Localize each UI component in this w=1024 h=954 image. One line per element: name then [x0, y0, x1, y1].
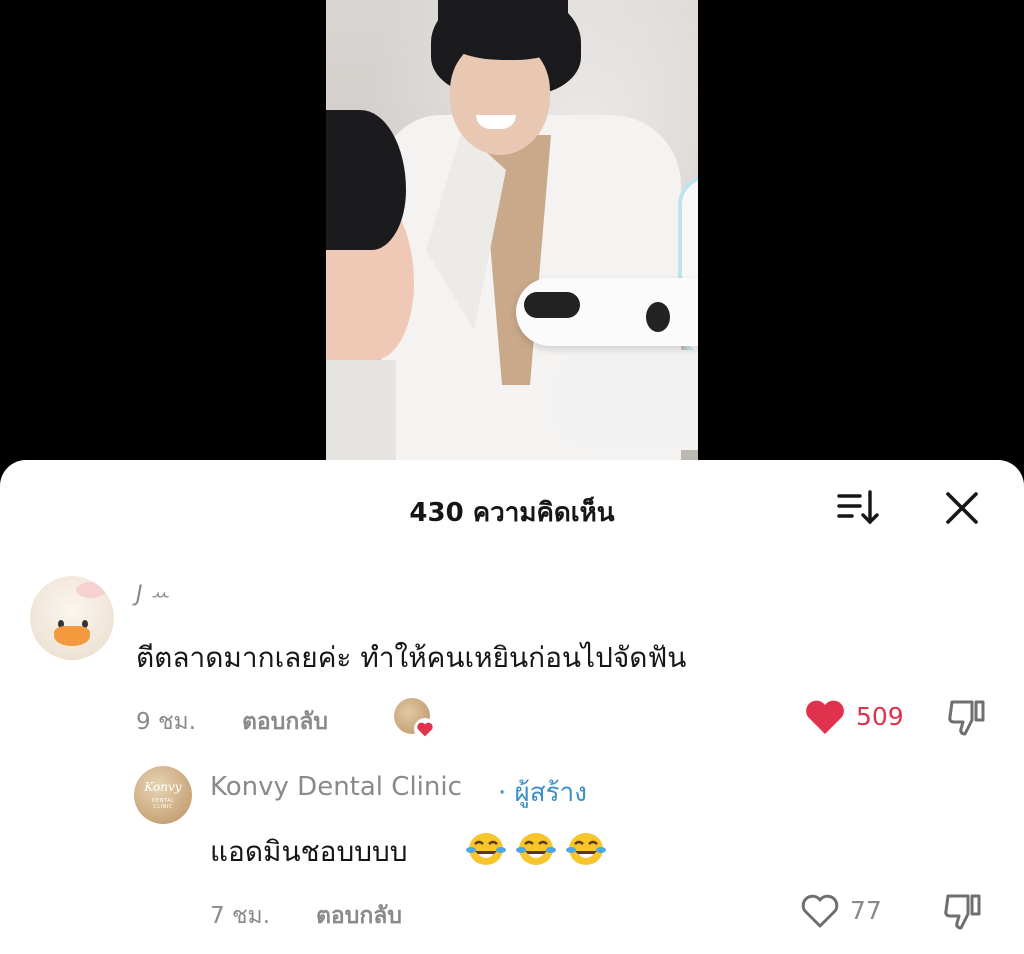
- sort-icon: [837, 490, 879, 525]
- reply-button[interactable]: ตอบกลับ: [242, 704, 328, 740]
- avatar-logo-text: Konvy: [144, 780, 182, 794]
- comment-username[interactable]: J ꕀ: [136, 582, 169, 607]
- comments-sheet: 430 ความคิดเห็น J ꕀ ตีตลาดมากเลยค่ะ ทำให…: [0, 460, 1024, 954]
- comment-username[interactable]: Konvy Dental Clinic: [210, 772, 462, 802]
- konvy-dental-logo-icon[interactable]: Konvy DENTAL CLINIC: [134, 766, 192, 824]
- comment-time: 9 ชม.: [136, 709, 197, 735]
- face-with-tears-of-joy-icon: [566, 833, 606, 865]
- dislike-icon[interactable]: [946, 698, 988, 738]
- creator-label: · ผู้สร้าง: [498, 778, 587, 808]
- avatar-beak: [54, 626, 90, 646]
- like-count: 509: [856, 702, 904, 731]
- scanner-sensor: [524, 292, 580, 318]
- heart-badge-icon: [414, 718, 436, 740]
- face-with-tears-of-joy-icon: [466, 833, 506, 865]
- scanner-lens: [646, 302, 670, 332]
- heart-filled-icon[interactable]: [804, 698, 846, 736]
- reply-button[interactable]: ตอบกลับ: [316, 898, 402, 934]
- face-with-tears-of-joy-icon: [516, 833, 556, 865]
- second-person-body: [326, 360, 396, 460]
- video-player[interactable]: [326, 0, 698, 460]
- heart-outline-icon[interactable]: [800, 892, 840, 930]
- like-count: 77: [850, 896, 882, 925]
- comment-time: 7 ชม.: [210, 903, 271, 929]
- close-icon: [946, 492, 978, 524]
- avatar-logo-subtext: DENTAL CLINIC: [151, 798, 175, 810]
- comment-text: ตีตลาดมากเลยค่ะ ทำให้คนเหยินก่อนไปจัดฟัน: [136, 641, 687, 674]
- close-button[interactable]: [944, 490, 980, 526]
- sort-button[interactable]: [836, 488, 880, 528]
- dislike-icon[interactable]: [942, 892, 984, 932]
- duck-avatar-icon[interactable]: [30, 576, 114, 660]
- comment-text: แอดมินชอบบบบ: [210, 835, 408, 868]
- scanner-base: [548, 350, 698, 450]
- avatar-cheek: [76, 582, 106, 598]
- creator-liked-badge: [394, 698, 436, 740]
- person-bangs: [438, 0, 568, 60]
